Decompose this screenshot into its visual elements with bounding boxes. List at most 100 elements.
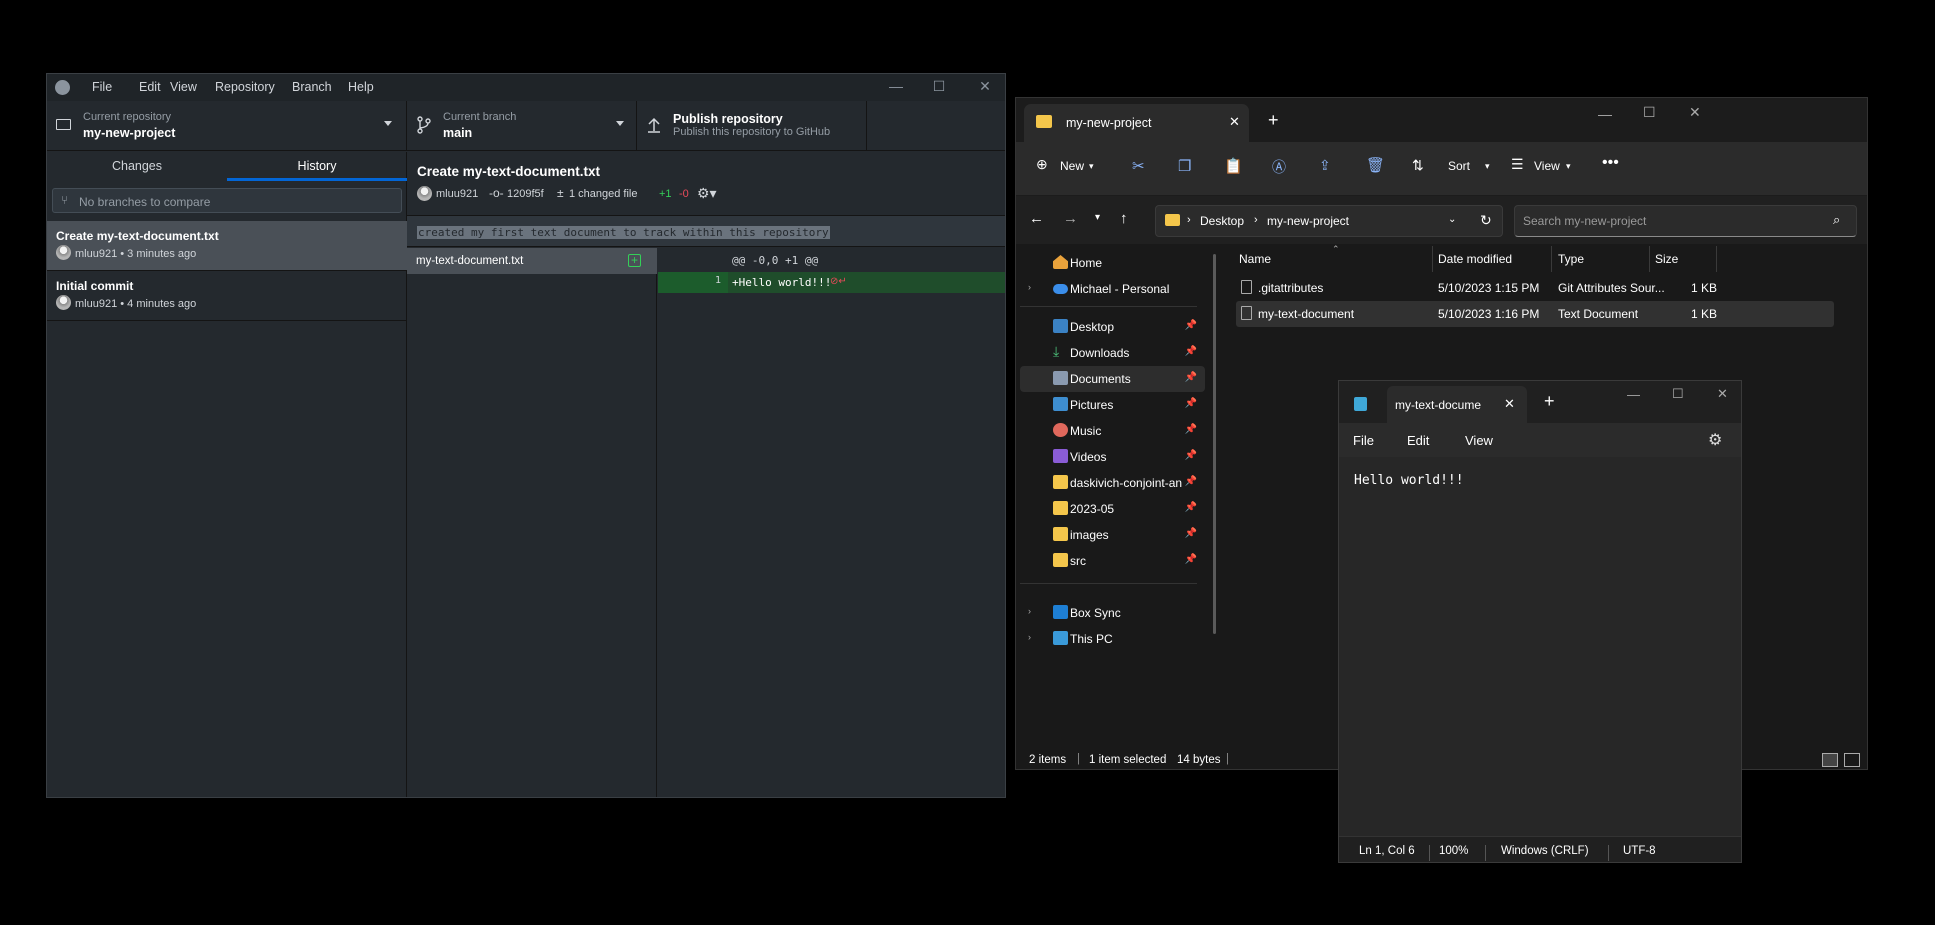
- notepad-tab[interactable]: my-text-docume ✕: [1387, 386, 1527, 423]
- menu-file[interactable]: File: [1353, 433, 1374, 448]
- nav-box-sync[interactable]: › Box Sync: [1020, 600, 1205, 626]
- publish-repository-button[interactable]: Publish repository Publish this reposito…: [637, 101, 867, 151]
- upload-icon: [648, 117, 660, 133]
- paste-icon[interactable]: 📋: [1224, 157, 1243, 175]
- commit-list-item[interactable]: Create my-text-document.txt mluu921 • 3 …: [47, 221, 407, 271]
- maximize-button[interactable]: ☐: [1643, 104, 1656, 121]
- encoding[interactable]: UTF-8: [1623, 845, 1656, 857]
- nav-onedrive[interactable]: › Michael - Personal: [1020, 276, 1205, 302]
- menu-view[interactable]: View: [1465, 433, 1493, 448]
- tab-title: my-new-project: [1066, 116, 1152, 130]
- column-date[interactable]: Date modified: [1438, 252, 1512, 266]
- commit-list-item[interactable]: Initial commit mluu921 • 4 minutes ago: [47, 271, 407, 321]
- nav-home[interactable]: Home: [1020, 250, 1205, 276]
- recent-chevron-icon[interactable]: ▾: [1095, 212, 1100, 223]
- menu-edit[interactable]: Edit: [139, 80, 161, 94]
- nav-this-pc[interactable]: › This PC: [1020, 626, 1205, 652]
- nav-desktop[interactable]: Desktop 📌: [1020, 314, 1205, 340]
- menu-view[interactable]: View: [170, 80, 197, 94]
- address-bar[interactable]: › Desktop › my-new-project ⌄ ↻: [1155, 205, 1503, 237]
- commit-description: created my first text document to track …: [407, 215, 1005, 247]
- column-size[interactable]: Size: [1655, 252, 1678, 266]
- new-tab-button[interactable]: +: [1544, 391, 1555, 412]
- menu-edit[interactable]: Edit: [1407, 433, 1429, 448]
- maximize-button[interactable]: ☐: [1672, 386, 1684, 402]
- commit-author: mluu921: [436, 188, 479, 200]
- menu-file[interactable]: File: [92, 80, 112, 94]
- close-button[interactable]: ✕: [1689, 104, 1701, 121]
- item-count: 2 items: [1029, 754, 1067, 766]
- settings-gear-icon[interactable]: ⚙: [1708, 430, 1722, 450]
- nav-folder-daskivich[interactable]: daskivich-conjoint-an 📌: [1020, 470, 1205, 496]
- tab-changes[interactable]: Changes: [47, 152, 227, 181]
- close-icon[interactable]: ✕: [1229, 114, 1240, 130]
- breadcrumb-desktop[interactable]: Desktop: [1200, 214, 1244, 228]
- nav-pictures[interactable]: Pictures 📌: [1020, 392, 1205, 418]
- up-arrow-icon[interactable]: ↑: [1120, 210, 1128, 227]
- menu-repository[interactable]: Repository: [215, 80, 275, 94]
- minimize-button[interactable]: —: [1598, 106, 1612, 122]
- zoom-level[interactable]: 100%: [1439, 845, 1468, 857]
- search-input[interactable]: Search my-new-project ⌕: [1514, 205, 1857, 237]
- close-button[interactable]: ✕: [975, 78, 995, 96]
- file-row[interactable]: .gitattributes 5/10/2023 1:15 PM Git Att…: [1236, 275, 1834, 301]
- back-arrow-icon[interactable]: ←: [1029, 210, 1044, 227]
- new-button[interactable]: New: [1060, 159, 1084, 173]
- new-tab-button[interactable]: +: [1268, 110, 1279, 131]
- chevron-down-icon[interactable]: ⌄: [1448, 214, 1456, 225]
- file-size: 1 KB: [1691, 307, 1718, 321]
- nav-scrollbar[interactable]: [1213, 254, 1216, 634]
- file-row[interactable]: my-text-document.txt +: [407, 248, 657, 274]
- commit-meta: mluu921 • 4 minutes ago: [56, 295, 196, 310]
- nav-folder-2023-05[interactable]: 2023-05 📌: [1020, 496, 1205, 522]
- view-button[interactable]: View: [1534, 159, 1560, 173]
- sort-button[interactable]: Sort: [1448, 159, 1470, 173]
- commit-detail-title: Create my-text-document.txt: [417, 164, 601, 179]
- diff-line-text: +Hello world!!!: [732, 276, 832, 289]
- nav-folder-images[interactable]: images 📌: [1020, 522, 1205, 548]
- pictures-icon: [1053, 397, 1068, 411]
- breadcrumb-project[interactable]: my-new-project: [1267, 214, 1349, 228]
- explorer-tab[interactable]: my-new-project ✕: [1024, 104, 1249, 142]
- file-name: my-text-document.txt: [416, 255, 524, 267]
- large-icons-view-icon[interactable]: [1844, 753, 1860, 767]
- chevron-down-icon: ▾: [1089, 161, 1094, 171]
- copy-icon[interactable]: ❐: [1178, 157, 1191, 175]
- text-editor[interactable]: Hello world!!!: [1339, 457, 1741, 836]
- refresh-icon[interactable]: ↻: [1480, 212, 1492, 229]
- close-icon[interactable]: ✕: [1504, 396, 1515, 412]
- column-type[interactable]: Type: [1558, 252, 1584, 266]
- share-icon[interactable]: ⇪: [1319, 157, 1331, 174]
- nav-folder-src[interactable]: src 📌: [1020, 548, 1205, 574]
- nav-videos[interactable]: Videos 📌: [1020, 444, 1205, 470]
- minimize-button[interactable]: —: [886, 78, 906, 96]
- column-name[interactable]: Name: [1239, 252, 1271, 266]
- gear-icon[interactable]: ⚙▾: [697, 185, 717, 202]
- menu-branch[interactable]: Branch: [292, 80, 332, 94]
- cut-icon[interactable]: ✂: [1132, 157, 1145, 175]
- diff-line-added[interactable]: 1 +Hello world!!! ⊘↵: [658, 272, 1005, 293]
- maximize-button[interactable]: ☐: [929, 78, 949, 96]
- nav-music[interactable]: Music 📌: [1020, 418, 1205, 444]
- minimize-button[interactable]: —: [1627, 387, 1640, 402]
- close-button[interactable]: ✕: [1717, 386, 1728, 402]
- current-branch-button[interactable]: Current branch main: [407, 101, 637, 151]
- menu-help[interactable]: Help: [348, 80, 374, 94]
- music-icon: [1053, 423, 1068, 437]
- more-options-icon[interactable]: •••: [1602, 154, 1619, 172]
- nav-downloads[interactable]: ⤓ Downloads 📌: [1020, 340, 1205, 366]
- sort-icon: ⇅: [1412, 157, 1424, 173]
- commit-author: mluu921: [75, 298, 118, 310]
- current-repository-button[interactable]: Current repository my-new-project: [47, 101, 407, 151]
- forward-arrow-icon[interactable]: →: [1063, 210, 1078, 227]
- nav-documents[interactable]: Documents 📌: [1020, 366, 1205, 392]
- line-ending[interactable]: Windows (CRLF): [1501, 845, 1589, 857]
- delete-icon[interactable]: 🗑: [1366, 156, 1385, 174]
- rename-icon[interactable]: Ⓐ: [1272, 157, 1286, 177]
- commit-time: • 4 minutes ago: [120, 298, 197, 310]
- branch-compare-input[interactable]: ⑂ No branches to compare: [52, 188, 402, 213]
- tab-history[interactable]: History: [227, 152, 407, 181]
- file-row[interactable]: my-text-document 5/10/2023 1:16 PM Text …: [1236, 301, 1834, 327]
- details-view-icon[interactable]: [1822, 753, 1838, 767]
- chevron-down-icon: [616, 121, 624, 126]
